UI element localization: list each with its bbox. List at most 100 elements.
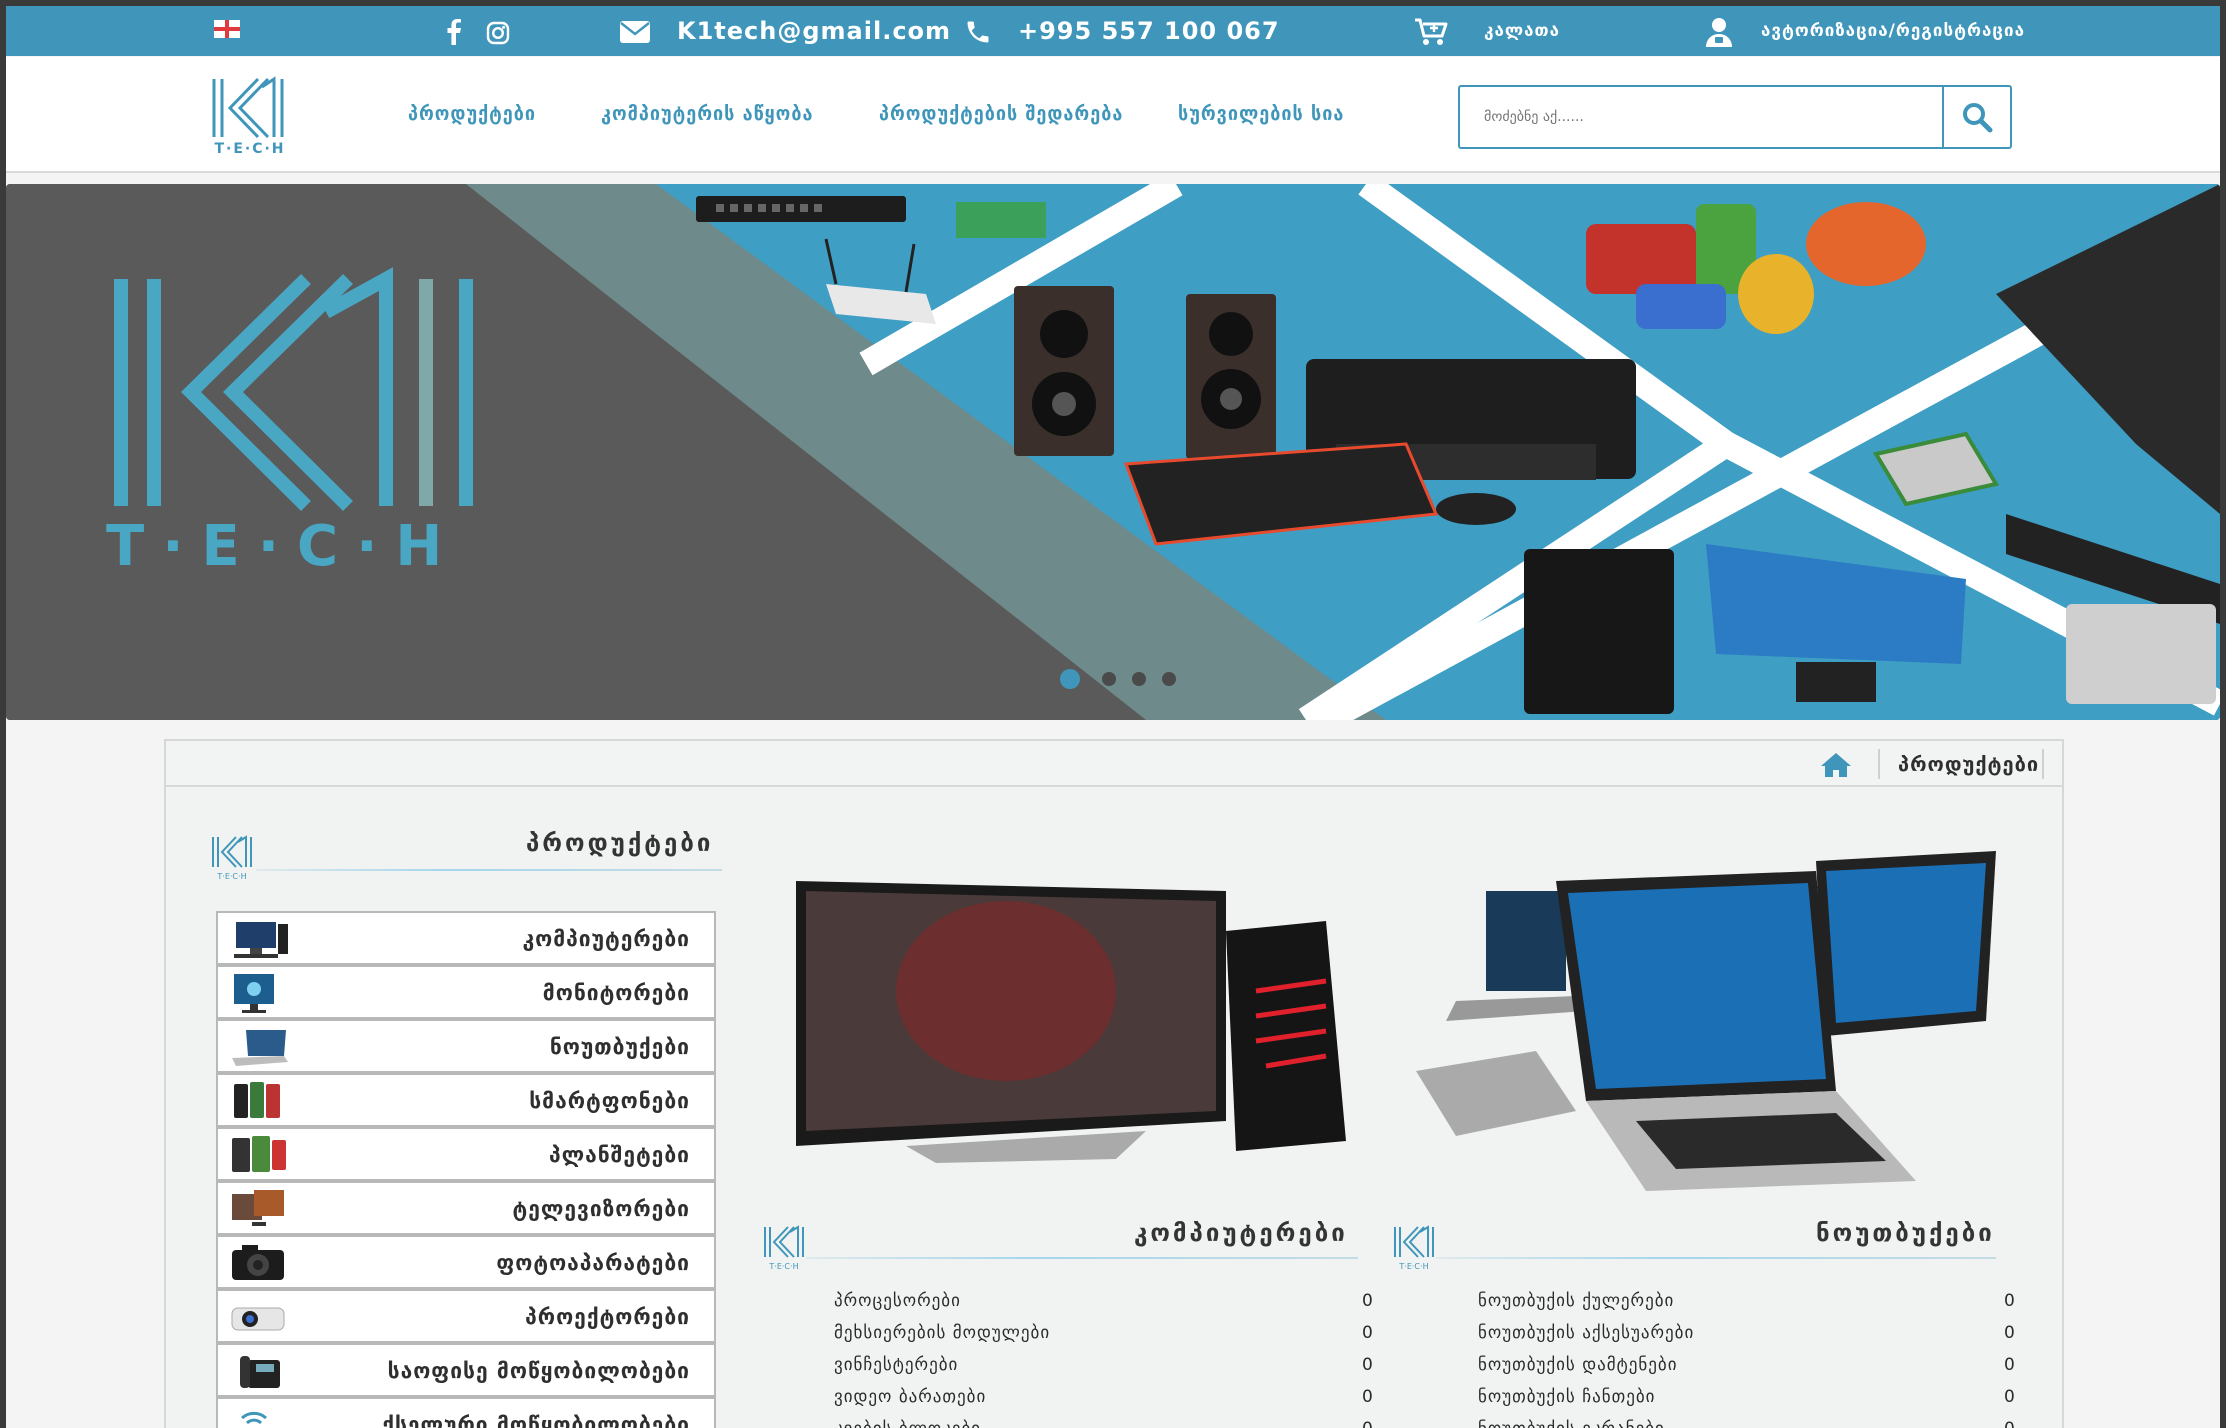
georgian-flag-icon[interactable] (214, 20, 240, 38)
subcategory-link[interactable]: ნოუთბუქის ქულერები (1478, 1291, 1674, 1311)
sidebar-item-label: სმარტფონები (529, 1089, 690, 1113)
subcategory-count: 0 (1362, 1323, 1373, 1343)
sidebar-item-tablets[interactable]: პლანშეტები (216, 1127, 716, 1181)
camera-icon (232, 1245, 284, 1280)
products-section: პროდუქტები T·E·C·H პროდუქტები კომპიუტერე… (164, 739, 2064, 1428)
sidebar-item-cameras[interactable]: ფოტოაპარატები (216, 1235, 716, 1289)
subcategory-link[interactable]: ნოუთბუქის ჩანთები (1478, 1387, 1655, 1407)
subcategory-count: 0 (1362, 1291, 1373, 1311)
nav-compare-products[interactable]: პროდუქტების შედარება (879, 101, 1123, 125)
contact-phone[interactable]: +995 557 100 067 (1018, 6, 1280, 56)
search-box (1458, 85, 2012, 149)
main-header: T·E·C·H პროდუქტები კომპიუტერის აწყობა პრ… (6, 57, 2220, 173)
category-title-laptops[interactable]: ნოუთბუქები (1816, 1219, 1995, 1247)
nav-pc-builder[interactable]: კომპიუტერის აწყობა (601, 101, 813, 125)
instagram-icon[interactable] (486, 21, 510, 45)
smartphone-icon (234, 1082, 280, 1118)
tablet-icon (232, 1136, 286, 1172)
sidebar-item-label: კომპიუტერები (522, 927, 690, 951)
subcategory-link[interactable]: მეხსიერების მოდულები (834, 1323, 1050, 1343)
top-bar: K1tech@gmail.com +995 557 100 067 კალათა… (6, 6, 2220, 56)
subcategory-count: 0 (2004, 1419, 2015, 1428)
breadcrumb-divider-end (2042, 749, 2044, 779)
desktop-icon (234, 922, 288, 958)
nav-wishlist[interactable]: სურვილების სია (1178, 101, 1344, 125)
subcategory-count: 0 (2004, 1323, 2015, 1343)
auth-link[interactable]: ავტორიზაცია/რეგისტრაცია (1761, 6, 2025, 56)
banner-logo-tech: T·E·C·H (106, 514, 461, 579)
category-title-computers[interactable]: კომპიუტერები (1134, 1219, 1348, 1247)
laptop-icon (232, 1030, 288, 1066)
projector-icon (231, 1307, 285, 1331)
carousel-dot-3[interactable] (1132, 672, 1146, 686)
wifi-router-icon (241, 1411, 267, 1425)
sidebar-item-network-devices[interactable]: ქსელური მოწყობილობები (216, 1397, 716, 1428)
contact-email[interactable]: K1tech@gmail.com (677, 6, 951, 56)
subcategory-link[interactable]: ვიდეო ბარათები (834, 1387, 986, 1407)
sidebar-item-label: პროექტორები (525, 1305, 690, 1329)
sidebar-title: პროდუქტები (526, 829, 714, 857)
carousel-dot-2[interactable] (1102, 672, 1116, 686)
subcategory-count: 0 (1362, 1355, 1373, 1375)
sidebar-item-computers[interactable]: კომპიუტერები (216, 911, 716, 965)
banner-graphic (6, 184, 2220, 720)
sidebar-item-monitors[interactable]: მონიტორები (216, 965, 716, 1019)
subcategory-link[interactable]: ნოუთბუქის აქსესუარები (1478, 1323, 1694, 1343)
cart-link[interactable]: კალათა (1484, 6, 1560, 56)
subcategory-count: 0 (2004, 1387, 2015, 1407)
tv-icon (232, 1190, 284, 1226)
sidebar-item-projectors[interactable]: პროექტორები (216, 1289, 716, 1343)
carousel-dot-1[interactable] (1060, 669, 1080, 689)
sidebar-item-label: პლანშეტები (548, 1143, 690, 1167)
envelope-icon (620, 21, 650, 43)
user-icon[interactable] (1704, 17, 1734, 47)
subcategory-count: 0 (1362, 1387, 1373, 1407)
sidebar-item-label: საოფისე მოწყობილობები (387, 1359, 690, 1383)
breadcrumb: პროდუქტები (166, 741, 2062, 787)
monitor-icon (234, 974, 274, 1013)
carousel-dot-4[interactable] (1162, 672, 1176, 686)
subcategory-link[interactable]: კვების ბლოკები (834, 1419, 981, 1428)
sidebar-item-label: ნოუთბუქები (549, 1035, 690, 1059)
sidebar-title-underline (256, 869, 722, 871)
sidebar-item-smartphones[interactable]: სმარტფონები (216, 1073, 716, 1127)
laptops-title-underline (1436, 1257, 1996, 1259)
subcategory-link[interactable]: პროცესორები (834, 1291, 961, 1311)
sidebar-item-label: ფოტოაპარატები (496, 1251, 690, 1275)
breadcrumb-current: პროდუქტები (1898, 752, 2040, 776)
search-input[interactable] (1460, 87, 1942, 147)
sidebar-logo: T·E·C·H (210, 833, 254, 885)
search-icon (1963, 103, 1993, 133)
laptops-logo: T·E·C·H (1392, 1223, 1436, 1275)
cart-icon[interactable] (1414, 17, 1448, 47)
subcategory-link[interactable]: ვინჩესტერები (834, 1355, 958, 1375)
phone-icon (967, 21, 989, 43)
sidebar-item-label: ქსელური მოწყობილობები (382, 1413, 690, 1428)
subcategory-count: 0 (2004, 1291, 2015, 1311)
svg-text:T·E·C·H: T·E·C·H (1398, 1262, 1428, 1271)
subcategory-link[interactable]: ნოუთბუქის ეკრანები (1478, 1419, 1665, 1428)
logo-text: T·E·C·H (214, 141, 286, 157)
sidebar-item-label: მონიტორები (542, 981, 690, 1005)
laptops-image[interactable] (1416, 851, 2006, 1191)
subcategory-link[interactable]: ნოუთბუქის დამტენები (1478, 1355, 1678, 1375)
facebook-icon[interactable] (446, 19, 462, 45)
computers-image[interactable] (786, 841, 1346, 1171)
home-icon[interactable] (1820, 752, 1852, 778)
subcategory-count: 0 (1362, 1419, 1373, 1428)
sidebar-item-label: ტელევიზორები (512, 1197, 690, 1221)
k1-tech-logo[interactable]: T·E·C·H (208, 71, 292, 163)
sidebar-item-tvs[interactable]: ტელევიზორები (216, 1181, 716, 1235)
breadcrumb-divider (1878, 749, 1880, 779)
svg-text:T·E·C·H: T·E·C·H (768, 1262, 798, 1271)
page: K1tech@gmail.com +995 557 100 067 კალათა… (6, 6, 2220, 1428)
sidebar-item-laptops[interactable]: ნოუთბუქები (216, 1019, 716, 1073)
hero-banner: T·E·C·H (6, 184, 2220, 720)
office-phone-icon (240, 1356, 280, 1388)
subcategory-count: 0 (2004, 1355, 2015, 1375)
computers-logo: T·E·C·H (762, 1223, 806, 1275)
nav-products[interactable]: პროდუქტები (408, 101, 536, 125)
search-button[interactable] (1942, 87, 2010, 147)
computers-title-underline (806, 1257, 1358, 1259)
sidebar-item-office-devices[interactable]: საოფისე მოწყობილობები (216, 1343, 716, 1397)
